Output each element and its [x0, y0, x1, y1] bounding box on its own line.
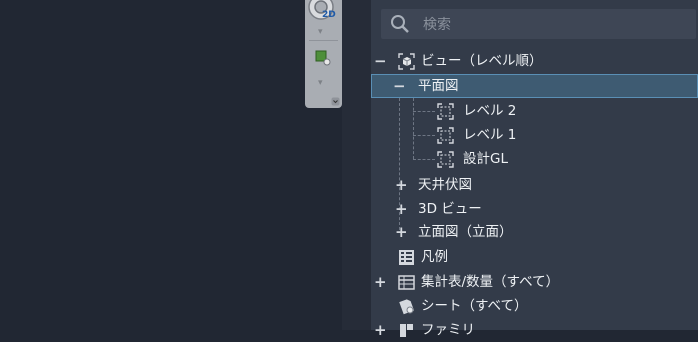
expand-toggle[interactable]: + — [395, 173, 408, 197]
expand-toggle[interactable]: + — [395, 220, 408, 244]
zoom-icon[interactable] — [315, 50, 331, 66]
tree-item-elevations[interactable]: + 立面図（立面） — [371, 220, 698, 244]
tree-item-schedules[interactable]: + 集計表/数量（すべて） — [371, 270, 698, 294]
panel-divider — [342, 0, 372, 330]
navigation-bar: 2D ▾ ▾ — [305, 0, 342, 108]
floor-plan-view-icon — [437, 127, 454, 144]
drawing-canvas[interactable] — [0, 0, 305, 330]
search-icon — [391, 15, 409, 33]
tree-item-level-1[interactable]: レベル 1 — [371, 123, 698, 147]
tree-item-level-2[interactable]: レベル 2 — [371, 99, 698, 123]
collapse-toggle[interactable]: − — [393, 74, 406, 98]
expand-toggle[interactable]: + — [374, 270, 387, 294]
family-icon — [400, 324, 413, 337]
tree-item-label: 設計GL — [463, 151, 508, 167]
sheet-icon — [399, 299, 415, 315]
tree-item-label: レベル 2 — [463, 103, 517, 119]
tree-item-ceiling-plans[interactable]: + 天井伏図 — [371, 173, 698, 197]
zoom-dropdown-caret-icon[interactable]: ▾ — [318, 78, 323, 88]
tree-item-design-gl[interactable]: 設計GL — [371, 147, 698, 171]
tree-item-label: ビュー（レベル順） — [421, 53, 543, 69]
tree-item-floor-plans[interactable]: − 平面図 — [371, 74, 698, 98]
project-browser: − ビュー（レベル順） − 平面図 レベル 2 レベル 1 設計GL — [371, 0, 698, 339]
tree-item-legends[interactable]: 凡例 — [371, 245, 698, 269]
schedule-table-icon — [398, 275, 415, 290]
tree-item-label: ファミリ — [421, 322, 475, 338]
tree-item-label: 集計表/数量（すべて） — [421, 274, 560, 290]
wheel-dropdown-caret-icon[interactable]: ▾ — [318, 27, 323, 37]
expand-toggle[interactable]: + — [395, 197, 408, 221]
expand-toggle[interactable]: + — [374, 318, 387, 342]
tree-item-views[interactable]: − ビュー（レベル順） — [371, 49, 698, 73]
floor-plan-view-icon — [437, 151, 454, 168]
2d-badge: 2D — [322, 10, 336, 20]
view-cube-icon — [398, 53, 415, 70]
tree-item-label: 平面図 — [418, 78, 459, 94]
tree-item-label: シート（すべて） — [421, 298, 528, 314]
tree-item-label: 天井伏図 — [418, 177, 472, 193]
tree-item-families[interactable]: + ファミリ — [371, 318, 698, 342]
tree-item-3d-views[interactable]: + 3D ビュー — [371, 197, 698, 221]
navbar-separator — [309, 40, 338, 41]
legend-icon — [399, 250, 414, 265]
search-box[interactable] — [381, 9, 696, 39]
floor-plan-view-icon — [437, 103, 454, 120]
tree-item-label: 立面図（立面） — [418, 224, 513, 240]
tree-item-label: レベル 1 — [463, 127, 517, 143]
navbar-options-icon[interactable] — [331, 97, 340, 106]
collapse-toggle[interactable]: − — [374, 49, 387, 73]
search-input[interactable] — [421, 13, 685, 37]
tree-item-sheets[interactable]: シート（すべて） — [371, 294, 698, 318]
tree-item-label: 3D ビュー — [418, 201, 482, 217]
tree-item-label: 凡例 — [421, 249, 448, 265]
